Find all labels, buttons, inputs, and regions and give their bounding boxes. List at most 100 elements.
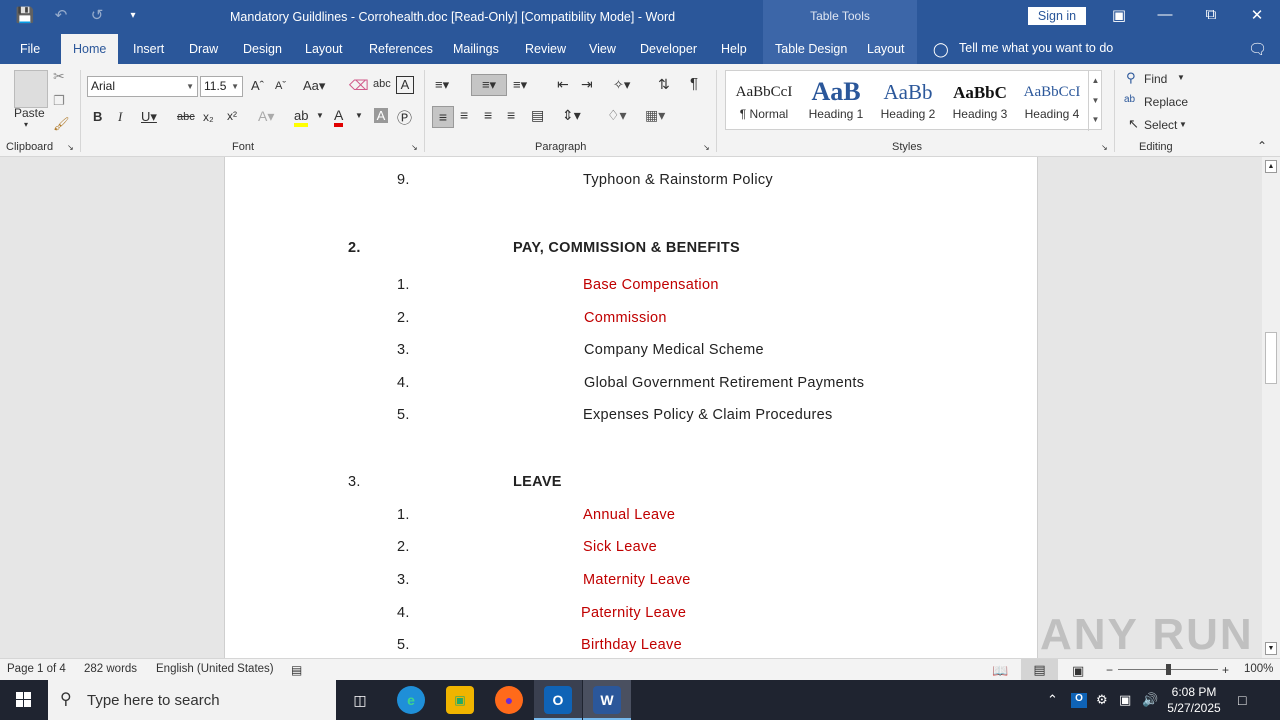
- shrink-font-icon[interactable]: Aˇ: [275, 80, 286, 92]
- replace-button[interactable]: Replace: [1144, 95, 1188, 109]
- line-spacing-icon[interactable]: ⇕▾: [562, 107, 581, 124]
- style-heading-2[interactable]: AaBb Heading 2: [872, 71, 944, 129]
- volume-icon[interactable]: 🔊: [1142, 692, 1158, 708]
- phonetic-guide-icon[interactable]: abc: [373, 78, 391, 90]
- italic-icon[interactable]: I: [118, 109, 122, 125]
- style-heading-4[interactable]: AaBbCcI Heading 4: [1016, 71, 1088, 129]
- clipboard-launcher-icon[interactable]: ↘: [67, 143, 74, 152]
- borders-icon[interactable]: ▦▾: [645, 107, 665, 124]
- increase-indent-icon[interactable]: ⇥: [581, 76, 593, 93]
- justify-icon[interactable]: ≡: [507, 107, 515, 123]
- language[interactable]: English (United States): [156, 663, 274, 675]
- scroll-thumb[interactable]: [1265, 332, 1277, 384]
- collapse-ribbon-icon[interactable]: ⌃: [1257, 139, 1267, 153]
- tab-help[interactable]: Help: [721, 42, 747, 56]
- underline-icon[interactable]: U▾: [141, 109, 157, 125]
- word-count[interactable]: 282 words: [84, 663, 137, 675]
- style-normal[interactable]: AaBbCcI ¶ Normal: [728, 71, 800, 129]
- save-icon[interactable]: 💾: [14, 6, 36, 24]
- tell-me-search[interactable]: Tell me what you want to do: [959, 41, 1113, 55]
- enclose-char-icon[interactable]: A: [396, 76, 414, 94]
- outlook-task[interactable]: O: [534, 680, 582, 720]
- chevron-down-icon[interactable]: ▼: [355, 111, 363, 120]
- find-button[interactable]: Find: [1144, 72, 1167, 86]
- tab-file[interactable]: File: [20, 42, 40, 56]
- font-size-combo[interactable]: 11.5 ▼: [200, 76, 243, 97]
- select-button[interactable]: Select: [1144, 118, 1177, 132]
- undo-icon[interactable]: ↶: [50, 6, 72, 24]
- chevron-down-icon[interactable]: ▼: [1179, 120, 1187, 129]
- text-effects-icon[interactable]: A▾: [258, 108, 274, 125]
- style-heading-3[interactable]: AaBbC Heading 3: [944, 71, 1016, 129]
- bold-icon[interactable]: B: [93, 109, 102, 124]
- page-count[interactable]: Page 1 of 4: [7, 663, 66, 675]
- word-task[interactable]: W: [583, 680, 631, 720]
- zoom-in-icon[interactable]: +: [1222, 663, 1229, 677]
- minimize-icon[interactable]: —: [1150, 6, 1180, 23]
- change-case-icon[interactable]: Aa▾: [303, 78, 325, 94]
- comments-icon[interactable]: 🗨: [1248, 40, 1267, 58]
- more-styles-icon[interactable]: ▼: [1089, 111, 1102, 129]
- cut-icon[interactable]: ✂: [53, 68, 65, 85]
- subscript-icon[interactable]: x₂: [203, 110, 214, 124]
- ribbon-display-options-icon[interactable]: ▣: [1104, 6, 1134, 24]
- chevron-down-icon[interactable]: ▼: [1177, 73, 1185, 82]
- show-hidden-icons[interactable]: ⌃: [1047, 692, 1058, 708]
- font-color-icon[interactable]: A: [334, 107, 344, 127]
- sort-icon[interactable]: ⇅: [658, 76, 670, 93]
- zoom-thumb[interactable]: [1166, 664, 1171, 675]
- meet-now-icon[interactable]: ⚙: [1096, 692, 1108, 708]
- bullets-icon[interactable]: ≡▾: [435, 77, 449, 93]
- chevron-up-icon[interactable]: ▲: [1089, 71, 1102, 91]
- tab-view[interactable]: View: [589, 42, 616, 56]
- tab-developer[interactable]: Developer: [640, 42, 697, 56]
- decrease-indent-icon[interactable]: ⇤: [557, 76, 569, 93]
- align-right-icon[interactable]: ≡: [484, 107, 492, 123]
- tab-table-design[interactable]: Table Design: [775, 42, 847, 56]
- align-left-icon[interactable]: ≡: [432, 106, 454, 128]
- strikethrough-icon[interactable]: abc: [177, 111, 195, 123]
- chevron-down-icon[interactable]: ▼: [316, 111, 324, 120]
- document-page[interactable]: 9. Typhoon & Rainstorm Policy 2. PAY, CO…: [224, 157, 1038, 658]
- web-layout-icon[interactable]: ▣: [1072, 663, 1084, 679]
- styles-launcher-icon[interactable]: ↘: [1101, 143, 1108, 152]
- multilevel-list-icon[interactable]: ≡▾: [513, 77, 527, 93]
- windows-start-icon[interactable]: [0, 680, 48, 720]
- network-icon[interactable]: ▣: [1119, 692, 1131, 708]
- superscript-icon[interactable]: x²: [227, 109, 237, 123]
- firefox-icon[interactable]: ●: [495, 686, 523, 714]
- read-mode-icon[interactable]: 📖: [992, 663, 1008, 679]
- font-launcher-icon[interactable]: ↘: [411, 143, 418, 152]
- chevron-down-icon[interactable]: ▼: [1089, 91, 1102, 111]
- style-heading-1[interactable]: AaB Heading 1: [800, 71, 872, 129]
- format-painter-icon[interactable]: 🖌: [53, 116, 70, 132]
- notifications-icon[interactable]: □: [1238, 692, 1246, 708]
- copy-icon[interactable]: ❐: [53, 93, 65, 109]
- tab-draw[interactable]: Draw: [189, 42, 218, 56]
- character-shading-icon[interactable]: A: [374, 108, 388, 123]
- show-marks-icon[interactable]: ¶: [690, 75, 698, 92]
- customize-qat-icon[interactable]: ▾: [122, 10, 144, 21]
- proofing-icon[interactable]: ▤: [291, 663, 302, 677]
- zoom-out-icon[interactable]: −: [1106, 663, 1113, 677]
- paste-dropdown-icon[interactable]: ▾: [24, 120, 28, 129]
- distributed-icon[interactable]: ▤: [531, 107, 544, 124]
- tab-insert[interactable]: Insert: [133, 42, 164, 56]
- clear-formatting-icon[interactable]: ⌫: [349, 77, 369, 94]
- print-layout-icon[interactable]: ▤: [1021, 659, 1058, 680]
- vertical-scrollbar[interactable]: ▲ ▼: [1262, 157, 1280, 658]
- paste-button[interactable]: Paste: [14, 106, 45, 120]
- clock[interactable]: 6:08 PM 5/27/2025: [1162, 684, 1226, 716]
- tab-layout[interactable]: Layout: [305, 42, 343, 56]
- enclosed-chars-icon[interactable]: Ⓟ: [397, 107, 412, 128]
- edge-icon[interactable]: e: [397, 686, 425, 714]
- restore-icon[interactable]: ⧉: [1196, 6, 1226, 23]
- redo-icon[interactable]: ↺: [86, 6, 108, 24]
- highlight-icon[interactable]: ab: [294, 108, 309, 127]
- paragraph-launcher-icon[interactable]: ↘: [703, 143, 710, 152]
- gallery-scroll[interactable]: ▲ ▼ ▼: [1088, 71, 1102, 131]
- tab-table-layout[interactable]: Layout: [867, 42, 905, 56]
- outlook-tray-icon[interactable]: O: [1071, 693, 1087, 708]
- close-icon[interactable]: ✕: [1242, 6, 1272, 24]
- shading-icon[interactable]: ♢▾: [607, 107, 627, 124]
